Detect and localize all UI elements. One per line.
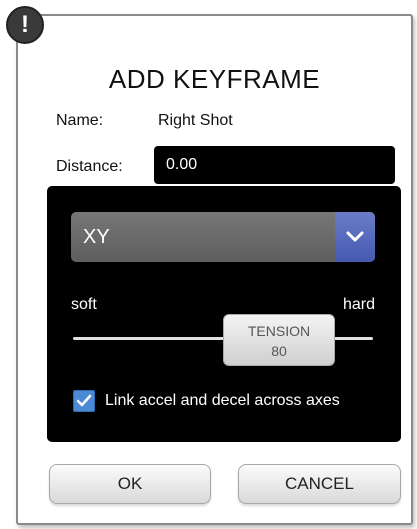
distance-input[interactable] <box>154 146 395 184</box>
hard-label: hard <box>342 296 375 313</box>
alert-icon: ! <box>6 6 44 44</box>
chevron-down-icon[interactable] <box>335 212 375 262</box>
tension-thumb-title: TENSION <box>247 323 311 339</box>
tension-value: 80 <box>271 343 287 359</box>
name-label: Name: <box>56 112 104 129</box>
checkmark-icon <box>76 394 92 407</box>
cancel-button[interactable]: CANCEL <box>238 464 401 504</box>
ok-button[interactable]: OK <box>49 464 211 504</box>
name-value: Right Shot <box>158 112 233 129</box>
axis-select[interactable]: XY <box>71 212 375 262</box>
link-accel-label[interactable]: Link accel and decel across axes <box>105 392 340 410</box>
tension-slider-thumb[interactable]: TENSION 80 <box>223 314 335 366</box>
settings-panel: XY soft hard TENSION 80 Link accel and d… <box>47 186 401 442</box>
add-keyframe-dialog: ADD KEYFRAME Name: Right Shot Distance: … <box>16 14 413 525</box>
dialog-title: ADD KEYFRAME <box>108 64 321 94</box>
soft-label: soft <box>71 296 97 313</box>
distance-label: Distance: <box>56 158 123 175</box>
link-accel-checkbox[interactable] <box>73 390 95 412</box>
axis-select-value: XY <box>83 226 110 248</box>
